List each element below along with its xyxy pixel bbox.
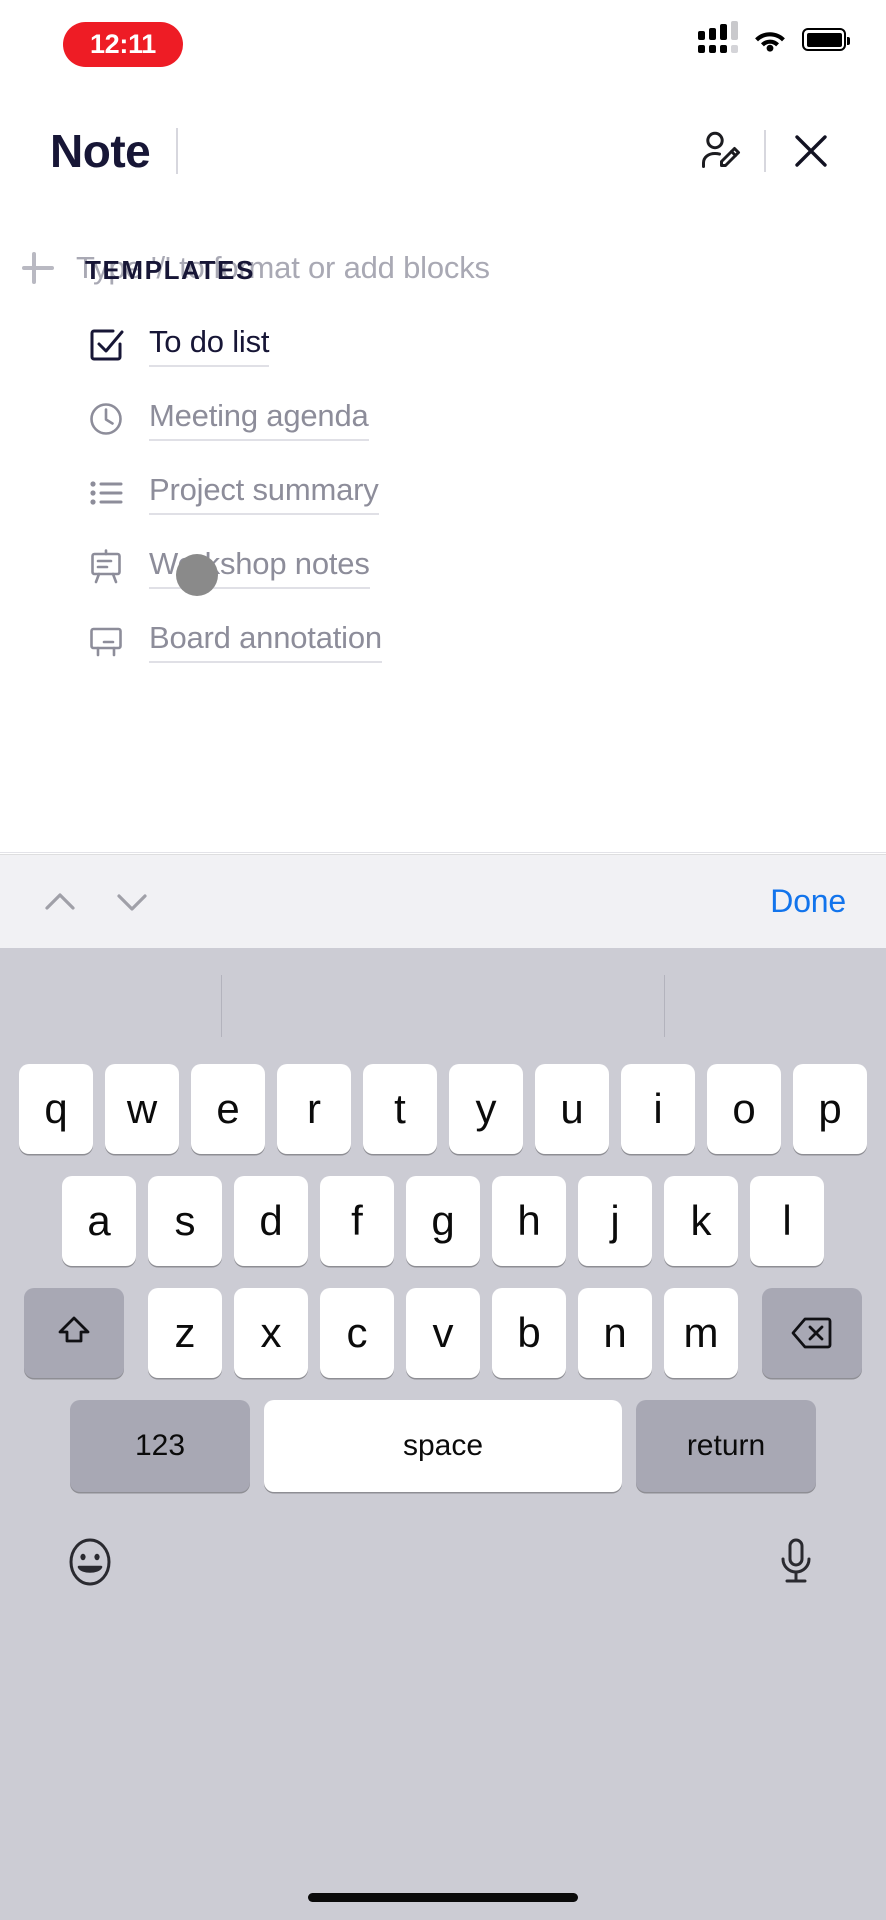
checkbox-icon <box>85 324 127 366</box>
key-a[interactable]: a <box>62 1176 136 1266</box>
key-z[interactable]: z <box>148 1288 222 1378</box>
template-label: Meeting agenda <box>149 398 369 441</box>
predictive-text-bar <box>0 948 886 1064</box>
title-divider <box>176 128 179 174</box>
status-bar: 12:11 <box>0 0 886 92</box>
close-button[interactable] <box>778 118 844 184</box>
whiteboard-icon <box>85 620 127 662</box>
key-j[interactable]: j <box>578 1176 652 1266</box>
done-button[interactable]: Done <box>770 883 846 920</box>
keyboard-accessory-toolbar: Done <box>0 854 886 948</box>
templates-list: To do list Meeting agenda Project summar… <box>0 308 886 678</box>
key-r[interactable]: r <box>277 1064 351 1154</box>
status-indicators <box>698 21 850 53</box>
plus-icon[interactable] <box>18 248 58 288</box>
note-editor-body: Type '/' to format or add blocks TEMPLAT… <box>0 210 886 853</box>
onscreen-keyboard: q w e r t y u i o p a s d f g h j k l z … <box>0 948 886 1920</box>
key-t[interactable]: t <box>363 1064 437 1154</box>
collaborate-button[interactable] <box>686 118 752 184</box>
predictive-separator <box>220 975 223 1037</box>
key-s[interactable]: s <box>148 1176 222 1266</box>
key-b[interactable]: b <box>492 1288 566 1378</box>
microphone-icon <box>781 1538 811 1583</box>
key-v[interactable]: v <box>406 1288 480 1378</box>
template-item-to-do-list[interactable]: To do list <box>0 308 886 382</box>
keyboard-bottom-row <box>0 1514 886 1592</box>
template-item-board-annotation[interactable]: Board annotation <box>0 604 886 678</box>
numbers-key[interactable]: 123 <box>70 1400 250 1492</box>
return-key[interactable]: return <box>636 1400 816 1492</box>
key-i[interactable]: i <box>621 1064 695 1154</box>
key-w[interactable]: w <box>105 1064 179 1154</box>
template-label: Project summary <box>149 472 379 515</box>
key-f[interactable]: f <box>320 1176 394 1266</box>
bullet-list-icon <box>85 472 127 514</box>
phone-screen: 12:11 Note Type '/' to format or add blo… <box>0 0 886 1920</box>
home-indicator <box>308 1893 578 1902</box>
battery-icon <box>802 28 850 51</box>
emoji-button[interactable] <box>60 1532 120 1592</box>
shift-key[interactable] <box>24 1288 124 1378</box>
template-label: Board annotation <box>149 620 382 663</box>
predictive-separator <box>663 975 666 1037</box>
keyboard-row-4: 123 space return <box>0 1400 886 1492</box>
action-divider <box>764 130 766 172</box>
recording-time-pill[interactable]: 12:11 <box>63 22 183 67</box>
person-edit-icon <box>702 131 740 168</box>
backspace-icon <box>791 1317 832 1349</box>
key-y[interactable]: y <box>449 1064 523 1154</box>
page-title: Note <box>50 125 151 177</box>
template-item-meeting-agenda[interactable]: Meeting agenda <box>0 382 886 456</box>
keyboard-row-1: q w e r t y u i o p <box>0 1064 886 1154</box>
template-label: To do list <box>149 324 270 367</box>
emoji-icon <box>69 1538 111 1586</box>
key-g[interactable]: g <box>406 1176 480 1266</box>
key-q[interactable]: q <box>19 1064 93 1154</box>
key-m[interactable]: m <box>664 1288 738 1378</box>
next-field-button[interactable] <box>96 866 168 938</box>
shift-icon <box>58 1316 90 1343</box>
key-p[interactable]: p <box>793 1064 867 1154</box>
template-item-workshop-notes[interactable]: Workshop notes <box>0 530 886 604</box>
app-header: Note <box>0 92 886 210</box>
delete-key[interactable] <box>762 1288 862 1378</box>
key-h[interactable]: h <box>492 1176 566 1266</box>
dictation-button[interactable] <box>766 1532 826 1592</box>
chevron-up-icon <box>45 892 75 910</box>
keyboard-row-2: a s d f g h j k l <box>0 1176 886 1266</box>
touch-indicator <box>176 554 218 596</box>
chevron-down-icon <box>117 893 147 911</box>
previous-field-button[interactable] <box>24 866 96 938</box>
key-l[interactable]: l <box>750 1176 824 1266</box>
key-o[interactable]: o <box>707 1064 781 1154</box>
key-n[interactable]: n <box>578 1288 652 1378</box>
key-d[interactable]: d <box>234 1176 308 1266</box>
key-u[interactable]: u <box>535 1064 609 1154</box>
key-c[interactable]: c <box>320 1288 394 1378</box>
template-item-project-summary[interactable]: Project summary <box>0 456 886 530</box>
cellular-signal-icon <box>698 21 738 53</box>
clock-icon <box>85 398 127 440</box>
key-x[interactable]: x <box>234 1288 308 1378</box>
templates-section-label: TEMPLATES <box>85 255 255 285</box>
wifi-icon <box>755 31 785 52</box>
keyboard-row-3: z x c v b n m <box>0 1288 886 1378</box>
close-icon <box>795 135 827 167</box>
key-e[interactable]: e <box>191 1064 265 1154</box>
key-k[interactable]: k <box>664 1176 738 1266</box>
easel-icon <box>85 546 127 588</box>
status-time: 12:11 <box>89 29 157 59</box>
header-actions <box>686 118 844 184</box>
space-key[interactable]: space <box>264 1400 622 1492</box>
